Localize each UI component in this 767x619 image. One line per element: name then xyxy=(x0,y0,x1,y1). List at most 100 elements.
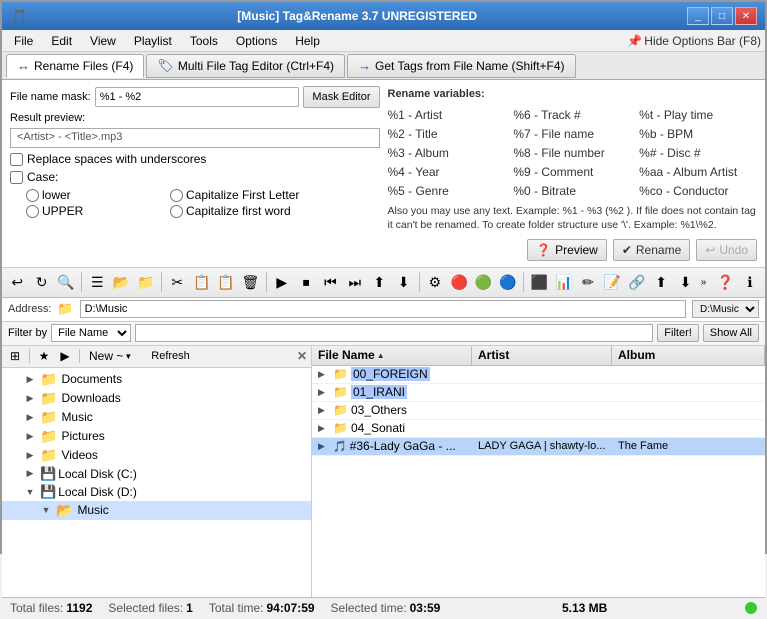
radio-upper-input[interactable] xyxy=(26,205,39,218)
folders-tb-btn-1[interactable]: ⊞ xyxy=(6,347,24,365)
address-dropdown[interactable]: D:\Music xyxy=(692,300,759,318)
tb-arrow-down2-button[interactable]: ⬇ xyxy=(674,270,696,294)
radio-capitalize-first-input[interactable] xyxy=(170,189,183,202)
tb-delete-button[interactable]: 🗑 xyxy=(239,270,261,294)
undo-button[interactable]: ↩ Undo xyxy=(696,239,757,261)
tab-rename[interactable]: ↔ Rename Files (F4) xyxy=(6,54,144,78)
status-selected-files: Selected files: 1 xyxy=(108,601,192,615)
menu-help[interactable]: Help xyxy=(287,32,328,50)
tb-arrow-up2-button[interactable]: ⬆ xyxy=(650,270,672,294)
tb-search-button[interactable]: 🔍 xyxy=(55,270,77,294)
expander-downloads[interactable]: ▶ xyxy=(22,390,38,406)
tb-help-button[interactable]: ❓ xyxy=(714,270,736,294)
mask-editor-button[interactable]: Mask Editor xyxy=(303,86,379,108)
col-header-artist[interactable]: Artist xyxy=(472,346,612,365)
tb-info-button[interactable]: ℹ xyxy=(739,270,761,294)
filter-type-select[interactable]: File Name Artist Album Title xyxy=(51,324,131,342)
tb-up-button[interactable]: ⬆ xyxy=(368,270,390,294)
case-label: Case: xyxy=(27,170,58,184)
expander-music-d[interactable]: ▼ xyxy=(38,502,54,518)
tb-edit-button[interactable]: ✏ xyxy=(577,270,599,294)
tb-play-button[interactable]: ▶ xyxy=(271,270,293,294)
file-row-3[interactable]: ▶ 📁 04_Sonati xyxy=(312,420,765,438)
radio-capitalize-word-input[interactable] xyxy=(170,205,183,218)
expander-pictures[interactable]: ▶ xyxy=(22,428,38,444)
file-row-4[interactable]: ▶ 🎵 #36-Lady GaGa - ... LADY GAGA | shaw… xyxy=(312,438,765,456)
tree-item-pictures[interactable]: ▶ 📁 Pictures xyxy=(2,427,311,446)
tb-back-button[interactable]: ↩ xyxy=(6,270,28,294)
var-t: %t - Play time xyxy=(639,106,757,125)
tb-next-button[interactable]: ⏭ xyxy=(344,270,366,294)
tb-open-button[interactable]: 📂 xyxy=(110,270,132,294)
file-row-0[interactable]: ▶ 📁 00_FOREIGN xyxy=(312,366,765,384)
refresh-button[interactable]: Refresh xyxy=(146,347,195,365)
tb-stop-button[interactable]: ⏹ xyxy=(295,270,317,294)
menu-tools[interactable]: Tools xyxy=(182,32,226,50)
tb-copy-button[interactable]: 📋 xyxy=(190,270,212,294)
new-folder-button[interactable]: New ~ ▼ xyxy=(85,347,136,365)
tree-item-music[interactable]: ▶ 📁 Music xyxy=(2,408,311,427)
expander-documents[interactable]: ▶ xyxy=(22,371,38,387)
folders-toolbar: ⊞ ★ ▶ New ~ ▼ Refresh ✕ xyxy=(2,346,311,368)
filter-button[interactable]: Filter! xyxy=(657,324,699,342)
radio-lower-input[interactable] xyxy=(26,189,39,202)
address-input[interactable] xyxy=(80,300,686,318)
tag-tab-icon: 🏷 xyxy=(157,58,174,74)
tab-get-tags[interactable]: → Get Tags from File Name (Shift+F4) xyxy=(347,54,576,78)
tree-item-videos[interactable]: ▶ 📁 Videos xyxy=(2,446,311,465)
folders-close-button[interactable]: ✕ xyxy=(297,349,307,363)
tb-note-button[interactable]: 📝 xyxy=(601,270,623,294)
tb-folder-button[interactable]: 📁 xyxy=(135,270,157,294)
filter-input[interactable] xyxy=(135,324,653,342)
menu-options[interactable]: Options xyxy=(228,32,285,50)
tree-item-ddrive[interactable]: ▼ 💾 Local Disk (D:) xyxy=(2,483,311,501)
menu-file[interactable]: File xyxy=(6,32,41,50)
tree-item-documents[interactable]: ▶ 📁 Documents xyxy=(2,370,311,389)
file-row-2[interactable]: ▶ 📁 03_Others xyxy=(312,402,765,420)
show-all-button[interactable]: Show All xyxy=(703,324,759,342)
tb-overflow-button[interactable]: » xyxy=(701,277,707,288)
rename-button[interactable]: ✔ Rename xyxy=(613,239,690,261)
menu-playlist[interactable]: Playlist xyxy=(126,32,180,50)
tb-refresh-button[interactable]: ↻ xyxy=(30,270,52,294)
tree-item-music-d[interactable]: ▼ 📂 Music xyxy=(2,501,311,520)
tab-multi-tag[interactable]: 🏷 Multi File Tag Editor (Ctrl+F4) xyxy=(146,54,345,78)
menu-view[interactable]: View xyxy=(82,32,124,50)
menu-edit[interactable]: Edit xyxy=(43,32,80,50)
tb-blue-button[interactable]: 🔵 xyxy=(497,270,519,294)
tree-item-downloads[interactable]: ▶ 📁 Downloads xyxy=(2,389,311,408)
expander-ddrive[interactable]: ▼ xyxy=(22,484,38,500)
tb-link-button[interactable]: 🔗 xyxy=(626,270,648,294)
col-header-name[interactable]: File Name ▲ xyxy=(312,346,472,365)
col-header-album[interactable]: Album xyxy=(612,346,765,365)
maximize-button[interactable]: □ xyxy=(711,7,733,25)
tb-green-button[interactable]: 🟢 xyxy=(472,270,494,294)
undo-icon: ↩ xyxy=(705,243,715,257)
minimize-button[interactable]: _ xyxy=(687,7,709,25)
case-checkbox[interactable] xyxy=(10,171,23,184)
file-row-1[interactable]: ▶ 📁 01_IRANI xyxy=(312,384,765,402)
folders-tb-btn-2[interactable]: ★ xyxy=(35,347,53,365)
tb-prev-button[interactable]: ⏮ xyxy=(319,270,341,294)
tb-settings-button[interactable]: ⚙ xyxy=(424,270,446,294)
tb-down-button[interactable]: ⬇ xyxy=(392,270,414,294)
preview-button[interactable]: ❓ Preview xyxy=(527,239,607,261)
mask-input[interactable] xyxy=(95,87,300,107)
var-5: %5 - Genre xyxy=(388,182,506,201)
tb-paste-button[interactable]: 📋 xyxy=(215,270,237,294)
var-4: %4 - Year xyxy=(388,163,506,182)
radio-lower: lower xyxy=(26,188,166,202)
expander-videos[interactable]: ▶ xyxy=(22,447,38,463)
expander-music[interactable]: ▶ xyxy=(22,409,38,425)
tree-item-cdrive[interactable]: ▶ 💾 Local Disk (C:) xyxy=(2,465,311,483)
tb-cut-button[interactable]: ✂ xyxy=(166,270,188,294)
tb-chart-button[interactable]: 📊 xyxy=(552,270,574,294)
replace-spaces-checkbox[interactable] xyxy=(10,153,23,166)
tb-black-button[interactable]: ⬛ xyxy=(528,270,550,294)
hide-options-bar-button[interactable]: 📌 Hide Options Bar (F8) xyxy=(627,34,761,48)
folders-tb-btn-3[interactable]: ▶ xyxy=(56,347,74,365)
tb-red-button[interactable]: 🔴 xyxy=(448,270,470,294)
expander-cdrive[interactable]: ▶ xyxy=(22,466,38,482)
tb-list-button[interactable]: ☰ xyxy=(86,270,108,294)
close-button[interactable]: ✕ xyxy=(735,7,757,25)
